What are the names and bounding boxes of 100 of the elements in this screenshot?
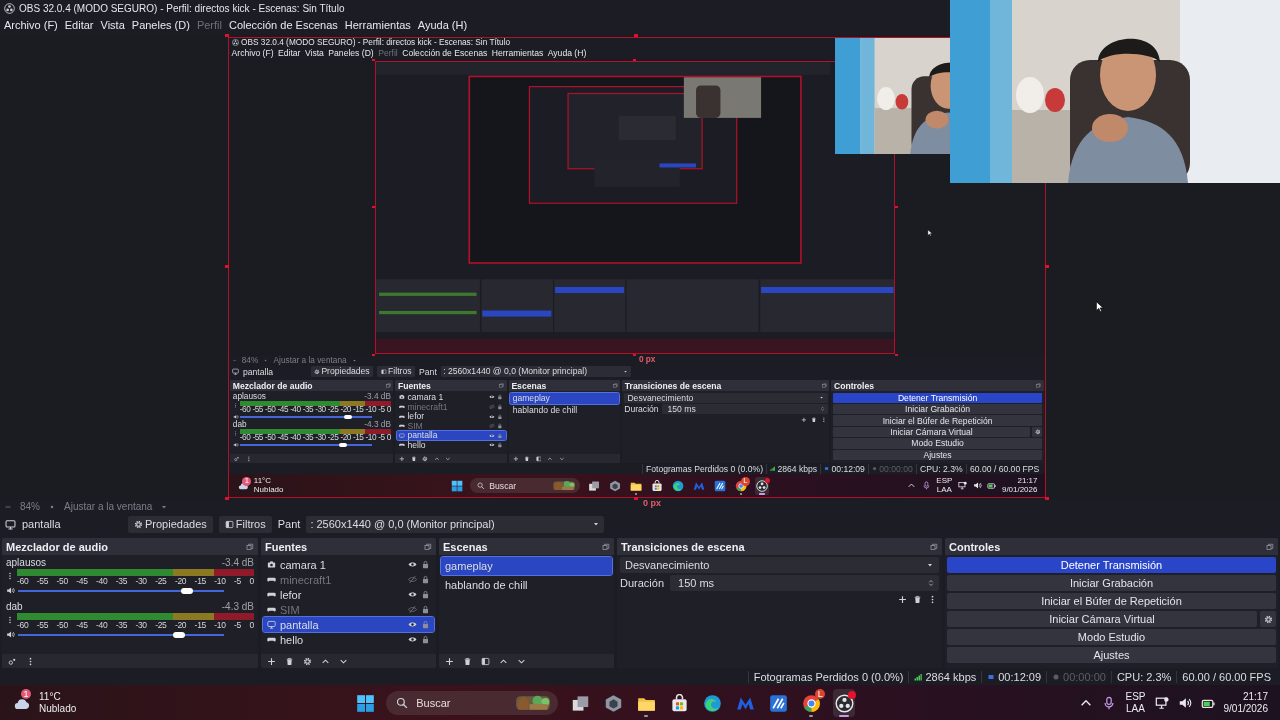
slider-thumb[interactable]	[339, 443, 347, 447]
control-button[interactable]: Iniciar el Búfer de Repetición	[832, 415, 1043, 426]
resize-handle[interactable]	[225, 34, 229, 37]
add-icon[interactable]	[445, 656, 454, 666]
eye-icon[interactable]	[408, 635, 417, 644]
source-item[interactable]: pantalla	[263, 617, 434, 632]
control-button[interactable]: Ajustes	[832, 449, 1043, 460]
menu-item[interactable]: Herramientas	[344, 19, 411, 31]
resize-handle[interactable]	[372, 354, 375, 357]
properties-button[interactable]: Propiedades	[310, 366, 374, 377]
menu-item[interactable]: Archivo (F)	[231, 48, 274, 59]
speaker-icon[interactable]	[6, 586, 15, 595]
control-button[interactable]: Iniciar Cámara Virtual	[832, 426, 1031, 438]
lock-icon[interactable]	[497, 394, 504, 401]
windows-logo-icon[interactable]	[451, 479, 464, 492]
search-field[interactable]: Buscar	[470, 477, 580, 494]
transition-dropdown[interactable]: Desvanecimiento	[620, 557, 939, 573]
resize-handle[interactable]	[1045, 265, 1049, 268]
speaker-icon[interactable]	[1177, 696, 1192, 710]
source-item[interactable]: hello	[263, 632, 434, 647]
undock-icon[interactable]	[246, 542, 254, 551]
speaker-icon[interactable]	[6, 630, 15, 639]
spin-arrows-icon[interactable]	[927, 577, 935, 589]
properties-button[interactable]: Propiedades	[128, 515, 213, 533]
control-button[interactable]: Detener Transmisión	[832, 392, 1043, 403]
undock-icon[interactable]	[424, 542, 432, 551]
source-item[interactable]: SIM	[263, 602, 434, 617]
menu-item[interactable]: Paneles (D)	[131, 19, 190, 31]
resize-handle[interactable]	[895, 206, 898, 209]
resize-handle[interactable]	[1045, 497, 1049, 500]
resize-handle[interactable]	[633, 59, 636, 62]
slider-thumb[interactable]	[344, 415, 352, 419]
trash-icon[interactable]	[463, 656, 472, 666]
undock-icon[interactable]	[930, 542, 938, 551]
source-item[interactable]: minecraft1	[396, 402, 506, 412]
source-item[interactable]: minecraft1	[263, 572, 434, 587]
speaker-icon[interactable]	[232, 414, 239, 420]
undock-icon[interactable]	[602, 542, 610, 551]
eye-slash-icon[interactable]	[408, 575, 417, 584]
resize-handle[interactable]	[372, 59, 375, 62]
control-button[interactable]: Detener Transmisión	[947, 557, 1276, 573]
windows-logo-icon[interactable]	[356, 693, 376, 713]
filter-icon[interactable]	[481, 656, 490, 666]
lock-icon[interactable]	[421, 590, 430, 599]
eye-slash-icon[interactable]	[408, 605, 417, 614]
menu-item[interactable]: Colección de Escenas	[402, 48, 488, 59]
taskbar-app[interactable]: L	[800, 689, 823, 717]
add-icon[interactable]	[267, 656, 276, 666]
source-item[interactable]: lefor	[263, 587, 434, 602]
menu-item[interactable]: Archivo (F)	[4, 19, 58, 31]
resize-handle[interactable]	[633, 354, 636, 357]
control-button[interactable]: Modo Estudio	[947, 629, 1276, 645]
resize-handle[interactable]	[225, 265, 229, 268]
eye-icon[interactable]	[489, 442, 495, 448]
menu-item[interactable]: Editar	[64, 19, 94, 31]
trash-icon[interactable]	[913, 595, 922, 604]
source-item[interactable]: hello	[396, 440, 506, 450]
lock-icon[interactable]	[421, 635, 430, 644]
duration-field[interactable]: 150 ms	[662, 403, 828, 415]
control-button[interactable]: Ajustes	[947, 647, 1276, 663]
trash-icon[interactable]	[524, 455, 530, 462]
search-field[interactable]: Buscar	[386, 691, 559, 715]
trash-icon[interactable]	[811, 416, 817, 423]
weather-widget[interactable]: 1 11°C Nublado	[0, 691, 192, 715]
fit-to-window-option[interactable]: Ajustar a la ventana	[64, 501, 153, 512]
lock-icon[interactable]	[497, 423, 504, 429]
lock-icon[interactable]	[421, 575, 430, 584]
lock-icon[interactable]	[421, 560, 430, 569]
resize-handle[interactable]	[372, 206, 375, 209]
menu-item[interactable]: Editar	[278, 48, 301, 59]
scene-item[interactable]: gameplay	[510, 392, 620, 404]
control-button[interactable]: Iniciar Grabación	[947, 575, 1276, 591]
menu-item[interactable]: Paneles (D)	[328, 48, 374, 59]
duration-field[interactable]: 150 ms	[670, 575, 939, 591]
eye-icon[interactable]	[408, 620, 417, 629]
clock[interactable]: 21:17 9/01/2026	[1001, 476, 1038, 495]
slider-thumb[interactable]	[172, 631, 185, 638]
speaker-icon[interactable]	[232, 442, 239, 448]
scene-item[interactable]: hablando de chill	[441, 576, 612, 594]
resize-handle[interactable]	[895, 354, 898, 357]
eye-icon[interactable]	[489, 394, 495, 401]
clock[interactable]: 21:17 9/01/2026	[1223, 691, 1268, 715]
control-button[interactable]: Iniciar el Búfer de Repetición	[947, 593, 1276, 609]
slider-thumb[interactable]	[180, 587, 193, 594]
source-item[interactable]: SIM	[396, 421, 506, 431]
lock-icon[interactable]	[421, 605, 430, 614]
scene-item[interactable]: hablando de chill	[510, 404, 620, 417]
scene-item[interactable]: gameplay	[441, 557, 612, 575]
transition-dropdown[interactable]: Desvanecimiento	[624, 392, 828, 403]
source-item[interactable]: lefor	[396, 411, 506, 422]
language-indicator[interactable]: ESP LAA	[936, 476, 953, 495]
resize-handle[interactable]	[634, 497, 638, 500]
resize-handle[interactable]	[634, 34, 638, 37]
filters-button[interactable]: Filtros	[218, 515, 272, 533]
menu-item[interactable]: Colección de Escenas	[228, 19, 338, 31]
lock-icon[interactable]	[497, 442, 504, 448]
trash-icon[interactable]	[285, 656, 294, 666]
add-icon[interactable]	[898, 595, 907, 604]
display-dropdown[interactable]: : 2560x1440 @ 0,0 (Monitor principal)	[440, 366, 631, 377]
menu-item[interactable]: Ayuda (H)	[547, 48, 587, 59]
